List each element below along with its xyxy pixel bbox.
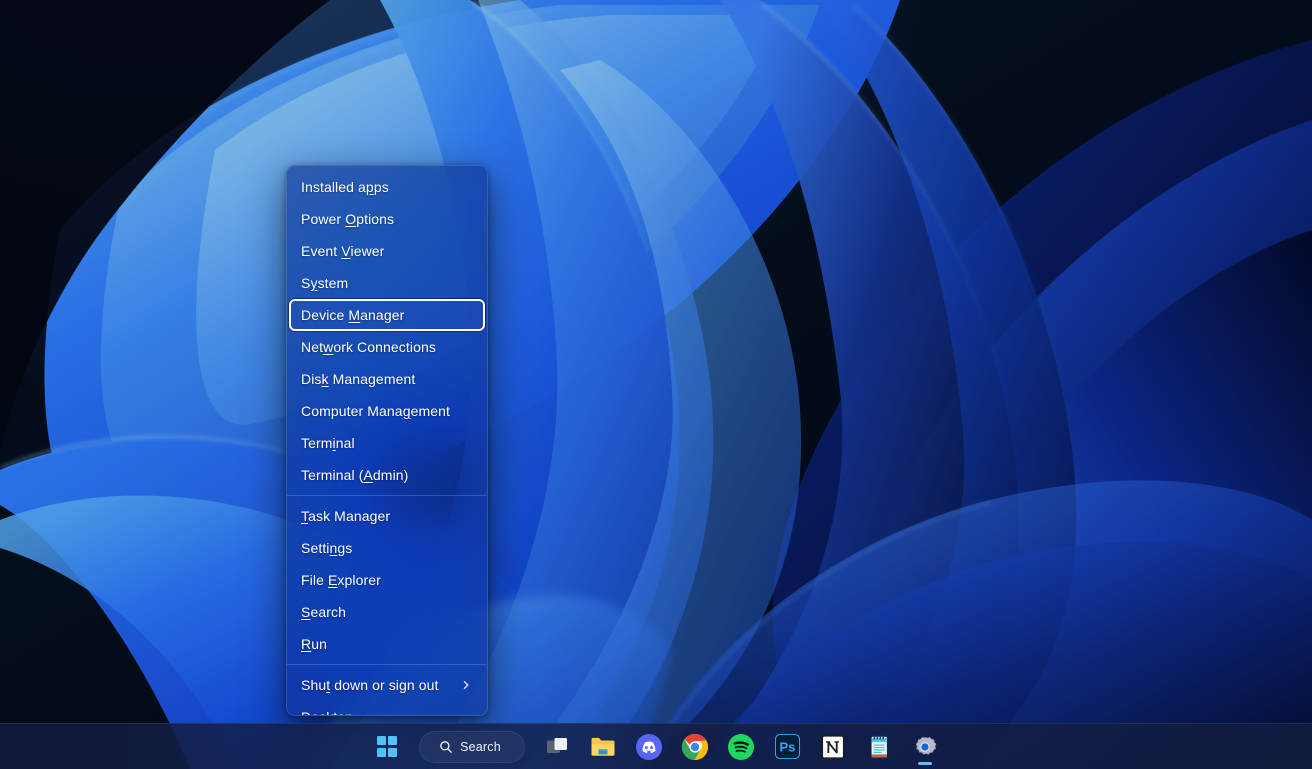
taskbar-file-explorer-button[interactable] [583, 727, 623, 767]
taskbar[interactable]: Search [0, 723, 1312, 769]
winx-item-label: Settings [301, 541, 352, 555]
winx-item-label: Power Options [301, 212, 394, 226]
notion-icon [820, 734, 846, 760]
winx-item-device-manager[interactable]: Device Manager [289, 299, 485, 331]
winx-item-label: Event Viewer [301, 244, 384, 258]
winx-item-label: Search [301, 605, 346, 619]
chevron-right-icon [461, 680, 471, 690]
winx-group-1: Installed apps Power Options Event Viewe… [287, 171, 487, 491]
winx-item-search[interactable]: Search [289, 596, 485, 628]
taskbar-center-group: Search [0, 724, 1312, 769]
winx-item-desktop[interactable]: Desktop [289, 701, 485, 716]
winx-item-label: Device Manager [301, 308, 404, 322]
taskbar-settings-button[interactable] [905, 727, 945, 767]
taskbar-chrome-button[interactable] [675, 727, 715, 767]
winx-item-label: Run [301, 637, 327, 651]
winx-item-label: File Explorer [301, 573, 381, 587]
file-explorer-icon [589, 733, 617, 761]
taskbar-task-view-button[interactable] [537, 727, 577, 767]
search-icon [439, 740, 453, 754]
photoshop-icon: Ps [774, 733, 801, 760]
discord-icon [635, 733, 663, 761]
chrome-icon [681, 733, 709, 761]
taskbar-discord-button[interactable] [629, 727, 669, 767]
winx-item-label: Terminal (Admin) [301, 468, 408, 482]
taskbar-photoshop-button[interactable]: Ps [767, 727, 807, 767]
winx-item-system[interactable]: System [289, 267, 485, 299]
winx-separator-2 [287, 664, 487, 665]
winx-item-file-explorer[interactable]: File Explorer [289, 564, 485, 596]
taskbar-notepad-button[interactable] [859, 727, 899, 767]
notepad-icon [866, 734, 892, 760]
winx-item-network-connections[interactable]: Network Connections [289, 331, 485, 363]
task-view-icon [544, 734, 570, 760]
winx-item-installed-apps[interactable]: Installed apps [289, 171, 485, 203]
winx-item-label: Terminal [301, 436, 355, 450]
winx-item-terminal[interactable]: Terminal [289, 427, 485, 459]
taskbar-search-label: Search [460, 740, 501, 754]
winx-item-run[interactable]: Run [289, 628, 485, 660]
winx-group-3: Shut down or sign out Desktop [287, 669, 487, 716]
winx-item-label: Network Connections [301, 340, 436, 354]
taskbar-running-indicator [918, 762, 932, 765]
spotify-icon [727, 733, 755, 761]
winx-item-power-options[interactable]: Power Options [289, 203, 485, 235]
taskbar-search-button[interactable]: Search [419, 731, 525, 763]
winx-item-settings[interactable]: Settings [289, 532, 485, 564]
winx-item-terminal-admin[interactable]: Terminal (Admin) [289, 459, 485, 491]
winx-item-label: Installed apps [301, 180, 389, 194]
desktop-wallpaper [0, 0, 1312, 769]
winx-item-shut-down-or-sign-out[interactable]: Shut down or sign out [289, 669, 485, 701]
windows-logo-icon [377, 736, 398, 757]
winx-item-label: System [301, 276, 348, 290]
winx-item-label: Shut down or sign out [301, 678, 439, 692]
svg-text:Ps: Ps [779, 739, 795, 754]
settings-gear-icon [912, 734, 938, 760]
winx-item-event-viewer[interactable]: Event Viewer [289, 235, 485, 267]
winx-item-label: Desktop [301, 710, 353, 716]
winx-item-label: Computer Management [301, 404, 450, 418]
desktop[interactable]: Installed apps Power Options Event Viewe… [0, 0, 1312, 769]
winx-item-label: Disk Management [301, 372, 415, 386]
winx-item-disk-management[interactable]: Disk Management [289, 363, 485, 395]
taskbar-notion-button[interactable] [813, 727, 853, 767]
winx-power-user-menu[interactable]: Installed apps Power Options Event Viewe… [286, 165, 488, 716]
winx-separator-1 [287, 495, 487, 496]
winx-group-2: Task Manager Settings File Explorer Sear… [287, 500, 487, 660]
winx-item-computer-management[interactable]: Computer Management [289, 395, 485, 427]
winx-item-task-manager[interactable]: Task Manager [289, 500, 485, 532]
taskbar-spotify-button[interactable] [721, 727, 761, 767]
winx-item-label: Task Manager [301, 509, 390, 523]
taskbar-start-button[interactable] [367, 727, 407, 767]
